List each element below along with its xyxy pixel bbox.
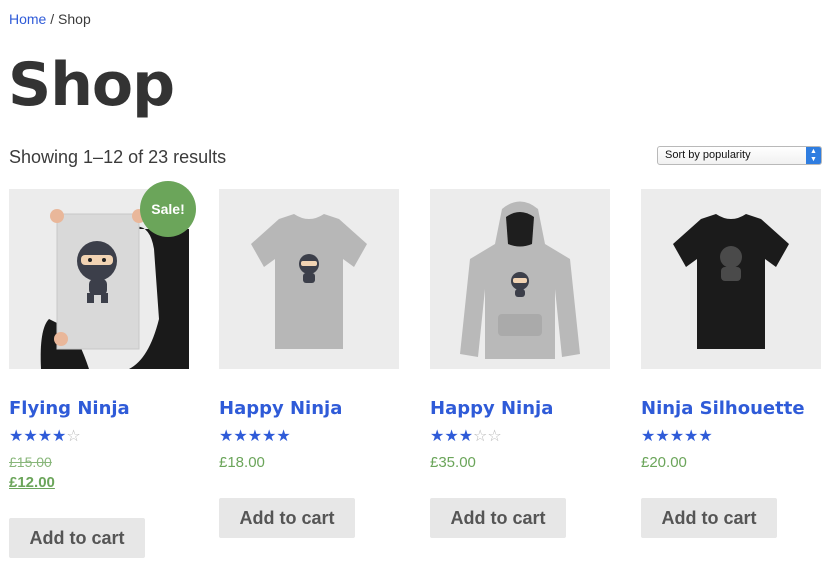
star-rating: ★★★★★ <box>641 426 713 446</box>
star-empty-icon: ☆☆ <box>473 428 502 445</box>
product-card[interactable] <box>430 189 610 369</box>
page-title: Shop <box>8 50 175 120</box>
product-image[interactable] <box>430 189 610 369</box>
breadcrumb-separator: / <box>46 11 59 27</box>
product-image[interactable] <box>641 189 821 369</box>
add-to-cart-button[interactable]: Add to cart <box>219 498 355 538</box>
sort-select-value: Sort by popularity <box>665 149 751 161</box>
star-empty-icon: ☆ <box>66 428 81 445</box>
product-price: £20.00 <box>641 454 687 471</box>
star-rating: ★★★★☆ <box>9 426 81 446</box>
product-price: £18.00 <box>219 454 265 471</box>
star-rating: ★★★☆☆ <box>430 426 502 446</box>
breadcrumb-current: Shop <box>58 11 91 27</box>
add-to-cart-button[interactable]: Add to cart <box>641 498 777 538</box>
regular-price: £15.00 <box>9 454 52 470</box>
star-rating: ★★★★★ <box>219 426 291 446</box>
star-icon: ★★★★★ <box>219 428 291 445</box>
result-count: Showing 1–12 of 23 results <box>9 147 227 167</box>
product-card[interactable] <box>641 189 821 369</box>
product-card[interactable] <box>219 189 399 369</box>
sort-select[interactable]: Sort by popularity ▲ ▼ <box>657 146 822 165</box>
product-title-link[interactable]: Ninja Silhouette <box>641 398 805 419</box>
add-to-cart-button[interactable]: Add to cart <box>430 498 566 538</box>
product-title-link[interactable]: Happy Ninja <box>430 398 553 419</box>
product-price: £35.00 <box>430 454 476 471</box>
add-to-cart-button[interactable]: Add to cart <box>9 518 145 558</box>
breadcrumb-home-link[interactable]: Home <box>9 11 46 27</box>
star-icon: ★★★★ <box>9 428 67 445</box>
star-icon: ★★★ <box>430 428 474 445</box>
product-image[interactable] <box>219 189 399 369</box>
product-title-link[interactable]: Happy Ninja <box>219 398 342 419</box>
breadcrumb: Home / Shop <box>9 11 91 27</box>
product-title-link[interactable]: Flying Ninja <box>9 398 130 419</box>
select-arrows-icon: ▲ ▼ <box>806 147 821 164</box>
sale-price: £12.00 <box>9 474 55 491</box>
sale-badge: Sale! <box>140 181 196 237</box>
star-icon: ★★★★★ <box>641 428 713 445</box>
